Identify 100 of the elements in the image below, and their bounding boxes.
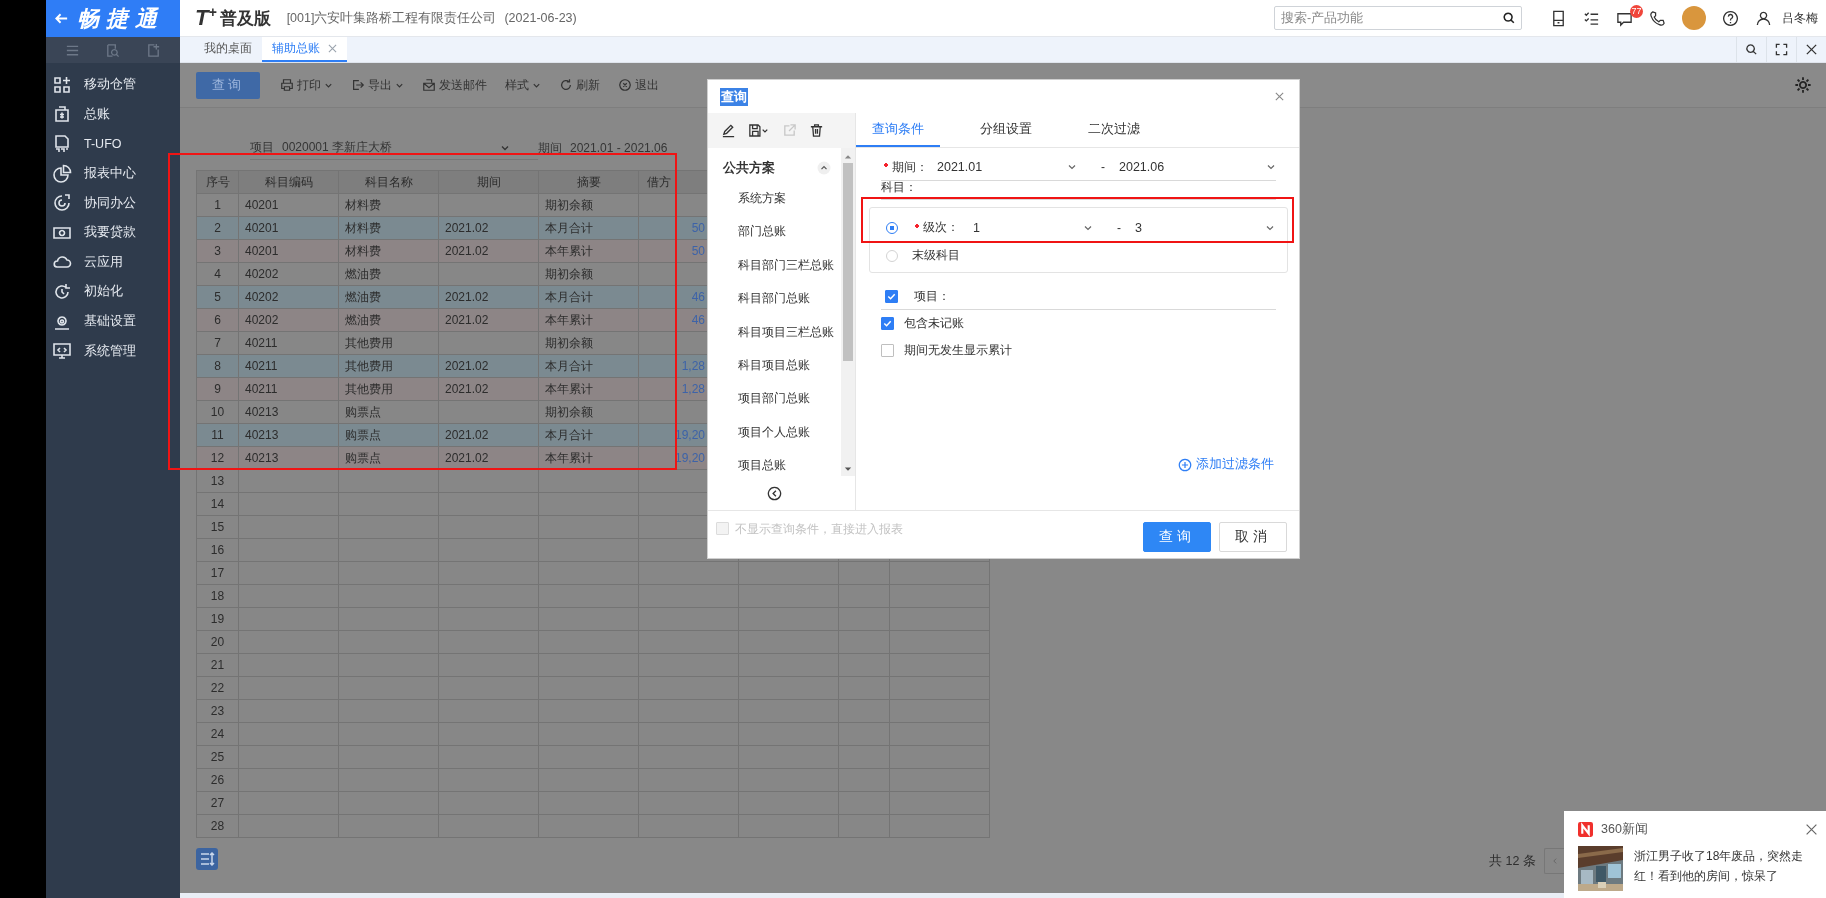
toolbar-button[interactable]: 样式 (505, 76, 541, 94)
table-cell: 其他费用 (345, 381, 393, 396)
search-field[interactable]: 搜索-产品功能 (1274, 6, 1522, 30)
filter-value: 2021.01 - 2021.06 (570, 141, 668, 155)
scroll-up-icon[interactable] (844, 154, 852, 159)
checkbox[interactable] (885, 289, 898, 303)
scheme-item[interactable]: 科目部门总账 (708, 282, 841, 316)
table-cell: 3 (214, 244, 221, 258)
cancel-button[interactable]: 取消 (1219, 522, 1287, 552)
save-icon[interactable] (748, 123, 770, 138)
search-icon[interactable] (1745, 43, 1758, 56)
toolbar-button[interactable]: 发送邮件 (422, 76, 487, 94)
period-to-select[interactable]: 2021.06 (1115, 160, 1276, 174)
news-headline[interactable]: 浙江男子收了18年废品，突然走红！看到他的房间，惊呆了 (1634, 846, 1810, 886)
column-header: 摘要 (538, 170, 639, 194)
help-icon[interactable] (1722, 9, 1739, 27)
table-cell: 2021.02 (445, 451, 489, 465)
option-label: 包含未记账 (904, 315, 964, 332)
table-cell: 6 (214, 313, 221, 327)
user-name[interactable]: 吕冬梅 (1782, 9, 1818, 27)
tab[interactable]: 分组设置 (964, 113, 1048, 147)
row-number: 23 (210, 704, 225, 718)
table-cell: 燃油费 (345, 289, 381, 304)
sidebar-item[interactable]: 协同办公 (46, 188, 180, 218)
toolbar-button[interactable]: 打印 (280, 76, 333, 94)
sidebar-item[interactable]: 总账 (46, 99, 180, 130)
table-cell: 购票点 (345, 427, 381, 442)
sidebar-item[interactable]: 报表中心 (46, 158, 180, 189)
sidebar-item[interactable]: 我要贷款 (46, 217, 180, 248)
table-cell: 材料费 (345, 243, 381, 258)
column-header: 序号 (196, 170, 239, 194)
phone-icon[interactable] (1649, 9, 1666, 27)
table-cell: 10 (210, 405, 225, 419)
back-arrow-icon[interactable] (54, 11, 69, 26)
table-cell: 40213 (245, 428, 279, 442)
refresh-icon (52, 281, 72, 302)
user-icon[interactable] (1755, 9, 1772, 27)
sidebar-item[interactable]: 移动仓管 (46, 70, 180, 100)
record-count: 共 12 条 (1489, 853, 1536, 870)
level-to-select[interactable]: 3 (1131, 220, 1275, 235)
search-icon[interactable] (1502, 11, 1516, 25)
toolbar-button[interactable]: 导出 (351, 76, 404, 94)
toolbar-button[interactable]: 刷新 (559, 76, 600, 94)
row-number: 16 (210, 543, 225, 557)
calculator-icon[interactable] (1550, 9, 1567, 27)
tab[interactable]: 我的桌面 (194, 37, 262, 62)
table-cell: 40201 (245, 244, 279, 258)
table-cell: 2021.02 (445, 244, 489, 258)
avatar[interactable] (1682, 6, 1706, 30)
add-filter-link[interactable]: 添加过滤条件 (1178, 456, 1274, 473)
add-document-icon[interactable] (146, 42, 162, 58)
table-cell: 其他费用 (345, 358, 393, 373)
query-button[interactable]: 查询 (1143, 522, 1211, 552)
tab[interactable]: 辅助总账 (262, 37, 347, 62)
sidebar-item[interactable]: 系统管理 (46, 336, 180, 366)
table-cell: 购票点 (345, 450, 381, 465)
column-header: 期间 (438, 170, 539, 194)
scheme-item[interactable]: 项目个人总账 (708, 415, 841, 450)
period-from-select[interactable]: 2021.01 (933, 160, 1077, 174)
pencil-icon[interactable] (721, 123, 736, 138)
filter-label: 项目 (250, 139, 274, 156)
table-cell: 7 (214, 336, 221, 350)
refresh-icon (559, 78, 573, 92)
scheme-item[interactable]: 项目总账 (708, 449, 841, 483)
trash-icon[interactable] (809, 123, 824, 138)
document-search-icon[interactable] (105, 42, 121, 58)
table-cell: 2021.02 (445, 221, 489, 235)
scheme-item[interactable]: 部门总账 (708, 215, 841, 249)
column-settings-icon[interactable] (196, 848, 218, 870)
close-icon[interactable] (1805, 822, 1818, 836)
table-cell: 材料费 (345, 220, 381, 235)
row-number: 24 (210, 727, 225, 741)
close-icon[interactable] (1805, 43, 1818, 56)
scheme-item[interactable]: 科目项目总账 (708, 348, 841, 383)
checkbox[interactable] (881, 344, 894, 357)
fullscreen-icon[interactable] (1775, 43, 1788, 56)
range-dash: - (1117, 220, 1121, 235)
scroll-down-icon[interactable] (844, 467, 852, 472)
radio-button[interactable] (886, 221, 898, 234)
level-from-select[interactable]: 1 (969, 220, 1093, 235)
scheme-item[interactable]: 科目部门三栏总账 (708, 248, 841, 283)
sidebar-item[interactable]: 初始化 (46, 277, 180, 307)
sidebar-item[interactable]: 基础设置 (46, 306, 180, 337)
checkbox[interactable] (881, 317, 894, 330)
scheme-item[interactable]: 项目部门总账 (708, 382, 841, 416)
collapse-icon[interactable] (817, 161, 831, 175)
option-label: 级次： (923, 219, 959, 236)
scheme-item[interactable]: 科目项目三栏总账 (708, 315, 841, 349)
sidebar-item[interactable]: 云应用 (46, 247, 180, 278)
tab[interactable]: 查询条件 (856, 113, 940, 147)
tab[interactable]: 二次过滤 (1072, 113, 1156, 147)
settings-icon[interactable] (1794, 76, 1812, 94)
scrollbar[interactable] (841, 148, 855, 476)
chevron-down-icon (1266, 162, 1276, 172)
sidebar-item[interactable]: T-UFO (46, 129, 180, 159)
table-cell: 40213 (245, 405, 279, 419)
table-cell: 期初余额 (545, 335, 593, 350)
table-cell: 2021.02 (445, 359, 489, 373)
toolbar-button[interactable]: 退出 (618, 76, 659, 94)
table-cell: 材料费 (345, 197, 381, 212)
